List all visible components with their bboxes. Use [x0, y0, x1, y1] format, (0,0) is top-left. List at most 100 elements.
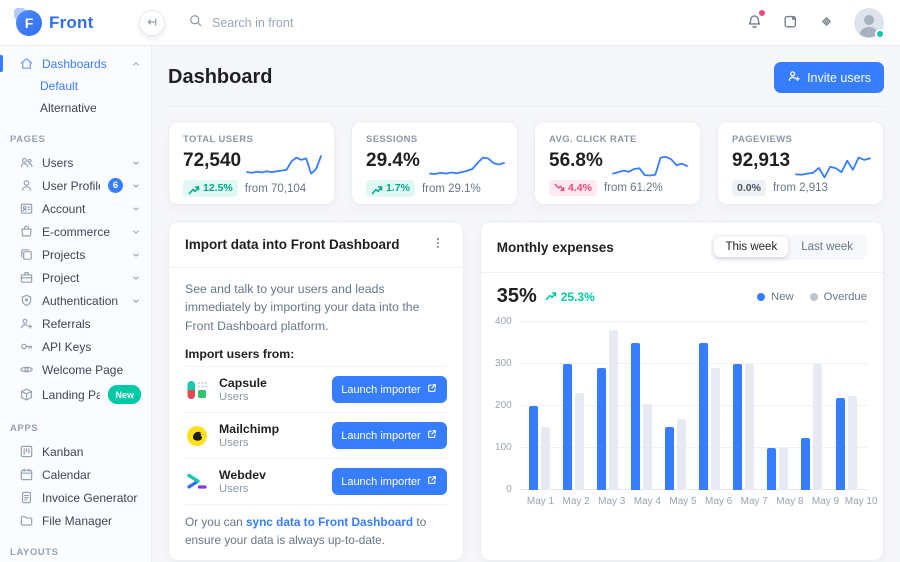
stat-card-sessions: SESSIONS29.4%1.7%from 29.1% — [351, 121, 518, 205]
sidebar-item-user-profile[interactable]: User Profile 6 — [0, 174, 151, 197]
sidebar-item-label: Projects — [42, 248, 123, 262]
bar-group-may-7 — [727, 322, 761, 490]
sidebar-subitem-default[interactable]: Default — [0, 75, 151, 97]
sidebar-item-label: User Profile — [42, 179, 100, 193]
shield-icon — [19, 293, 34, 308]
sidebar-item-label: Calendar — [42, 468, 141, 482]
sidebar-item-label: Users — [42, 156, 123, 170]
bar-new — [563, 364, 572, 490]
sidebar-section-pages: PAGES — [0, 119, 151, 151]
toggle-this-week[interactable]: This week — [714, 237, 788, 257]
integrations-button[interactable] — [818, 13, 835, 33]
user-icon — [19, 178, 34, 193]
topbar-actions — [746, 8, 900, 38]
integration-sub: Users — [219, 437, 279, 449]
sidebar-badge: 6 — [108, 178, 123, 193]
sidebar-item-referrals[interactable]: Referrals — [0, 312, 151, 335]
kanban-icon — [19, 444, 34, 459]
bar-new — [665, 427, 674, 490]
import-data-card: Import data into Front Dashboard See and… — [168, 221, 464, 561]
stat-label: AVG. CLICK RATE — [549, 134, 686, 145]
activity-panel-button[interactable] — [782, 13, 799, 33]
sidebar-item-welcome-page[interactable]: Welcome Page — [0, 358, 151, 381]
webdev-logo — [185, 470, 209, 494]
sidebar-item-label: Invoice Generator — [42, 491, 141, 505]
sparkline-chart — [246, 146, 322, 186]
sidebar-collapse-button[interactable] — [139, 10, 165, 36]
chevron-down-icon — [131, 158, 141, 168]
bar-overdue — [813, 364, 822, 490]
sidebar-item-projects[interactable]: Projects — [0, 243, 151, 266]
sidebar-item-dashboards[interactable]: Dashboards — [0, 52, 151, 75]
stat-card-pageviews: PAGEVIEWS92,9130.0%from 2,913 — [717, 121, 884, 205]
integration-sub: Users — [219, 391, 267, 403]
mailchimp-logo — [185, 424, 209, 448]
sidebar-item-authentication[interactable]: Authentication — [0, 289, 151, 312]
bar-new — [767, 448, 776, 490]
collapse-icon — [145, 15, 159, 32]
bar-overdue — [711, 368, 720, 490]
brand[interactable]: F Front — [0, 10, 152, 36]
legend-dot — [810, 293, 818, 301]
sidebar-item-users[interactable]: Users — [0, 151, 151, 174]
delta-badge: 1.7% — [366, 180, 415, 197]
import-footer: Or you can sync data to Front Dashboard … — [185, 504, 447, 549]
sidebar-item-label: Project — [42, 271, 123, 285]
sync-data-link[interactable]: sync data to Front Dashboard — [246, 515, 413, 529]
x-tick: May 10 — [843, 496, 879, 507]
chart-x-axis: May 1May 2May 3May 4May 5May 6May 7May 8… — [519, 490, 883, 507]
stats-row: TOTAL USERS72,54012.5%from 70,104SESSION… — [168, 121, 884, 205]
eye-icon — [19, 362, 34, 377]
sidebar-item-kanban[interactable]: Kanban — [0, 440, 151, 463]
x-tick: May 5 — [665, 496, 701, 507]
stat-label: SESSIONS — [366, 134, 503, 145]
x-tick: May 7 — [736, 496, 772, 507]
invite-users-button[interactable]: Invite users — [774, 62, 884, 93]
bar-new — [529, 406, 538, 490]
user-avatar[interactable] — [854, 8, 884, 38]
launch-importer-button[interactable]: Launch importer — [332, 422, 447, 449]
week-toggle: This weekLast week — [711, 234, 867, 260]
sidebar-subitem-alternative[interactable]: Alternative — [0, 97, 151, 119]
sidebar-item-project[interactable]: Project — [0, 266, 151, 289]
launch-importer-button[interactable]: Launch importer — [332, 468, 447, 495]
import-row-mailchimp: MailchimpUsersLaunch importer — [185, 412, 447, 458]
x-tick: May 9 — [808, 496, 844, 507]
sidebar-item-label: E-commerce — [42, 225, 123, 239]
shop-icon — [19, 224, 34, 239]
capsule-logo — [185, 378, 209, 402]
global-search-input[interactable] — [212, 16, 412, 30]
bar-new — [597, 368, 606, 490]
sidebar-section-apps: APPS — [0, 408, 151, 440]
sidebar: DashboardsDefaultAlternativePAGES Users Us… — [0, 46, 152, 562]
home-icon — [19, 56, 34, 71]
chevron-down-icon — [131, 250, 141, 260]
card-menu-button[interactable] — [429, 234, 447, 255]
stat-card-total-users: TOTAL USERS72,54012.5%from 70,104 — [168, 121, 335, 205]
sidebar-item-invoice-generator[interactable]: Invoice Generator — [0, 486, 151, 509]
sidebar-item-file-manager[interactable]: File Manager — [0, 509, 151, 532]
front-logo-icon: F — [16, 10, 42, 36]
chevron-down-icon — [131, 181, 141, 191]
briefcase-icon — [19, 270, 34, 285]
bar-new — [631, 343, 640, 490]
sidebar-item-e-commerce[interactable]: E-commerce — [0, 220, 151, 243]
sidebar-item-landing-page[interactable]: Landing PageNew — [0, 381, 151, 408]
brand-name: Front — [49, 13, 93, 33]
stat-card-avg-click-rate: AVG. CLICK RATE56.8%4.4%from 61.2% — [534, 121, 701, 205]
sidebar-badge: New — [108, 385, 141, 404]
legend-dot — [757, 293, 765, 301]
sparkline-chart — [429, 146, 505, 186]
external-link-icon — [426, 474, 438, 489]
bar-group-may-6 — [693, 322, 727, 490]
launch-importer-button[interactable]: Launch importer — [332, 376, 447, 403]
delta-badge: 4.4% — [549, 180, 597, 196]
sidebar-item-account[interactable]: Account — [0, 197, 151, 220]
toggle-last-week[interactable]: Last week — [790, 237, 864, 257]
folder-icon — [19, 513, 34, 528]
sidebar-item-calendar[interactable]: Calendar — [0, 463, 151, 486]
sidebar-item-api-keys[interactable]: API Keys — [0, 335, 151, 358]
chevron-up-icon — [131, 59, 141, 69]
chart-bars — [519, 322, 867, 490]
notifications-button[interactable] — [746, 13, 763, 33]
